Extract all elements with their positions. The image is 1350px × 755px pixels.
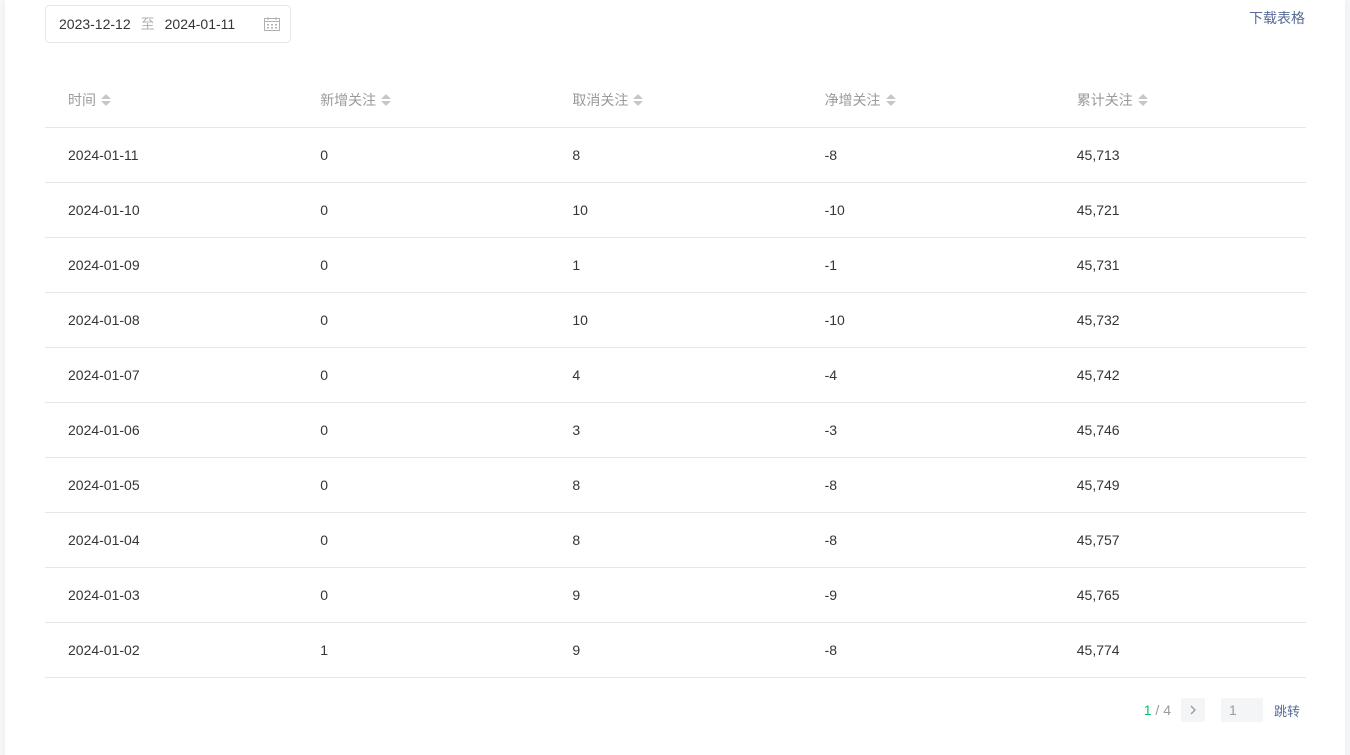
table-row: 2024-01-10 0 10 -10 45,721: [45, 183, 1306, 238]
net-follow-cell: -8: [824, 642, 838, 658]
new-follow-cell: 0: [320, 477, 328, 493]
total-follow-cell: 45,742: [1076, 367, 1120, 383]
date-cell: 2024-01-05: [68, 477, 140, 493]
data-table: 时间 新增关注 取消关注 净增关注 累计关注 2024-01-11 0 8 -8…: [45, 73, 1306, 678]
table-row: 2024-01-09 0 1 -1 45,731: [45, 238, 1306, 293]
date-cell: 2024-01-03: [68, 587, 140, 603]
column-header[interactable]: 累计关注: [1054, 90, 1306, 110]
new-follow-cell: 1: [320, 642, 328, 658]
new-follow-cell: 0: [320, 202, 328, 218]
date-cell: 2024-01-09: [68, 257, 140, 273]
new-follow-cell: 0: [320, 257, 328, 273]
unfollow-cell: 9: [572, 642, 581, 658]
total-follow-cell: 45,757: [1076, 532, 1120, 548]
unfollow-cell: 8: [572, 147, 581, 163]
date-cell: 2024-01-11: [68, 147, 139, 163]
table-row: 2024-01-06 0 3 -3 45,746: [45, 403, 1306, 458]
table-row: 2024-01-07 0 4 -4 45,742: [45, 348, 1306, 403]
column-header-label: 取消关注: [572, 92, 629, 108]
next-page-button[interactable]: [1180, 698, 1205, 722]
unfollow-cell: 9: [572, 587, 581, 603]
unfollow-cell: 8: [572, 532, 581, 548]
date-range-picker[interactable]: 2023-12-12 至 2024-01-11: [45, 5, 291, 43]
net-follow-cell: -10: [824, 312, 845, 328]
net-follow-cell: -8: [824, 532, 838, 548]
total-follow-cell: 45,774: [1076, 642, 1120, 658]
calendar-icon: [264, 17, 280, 31]
date-cell: 2024-01-10: [68, 202, 140, 218]
table-row: 2024-01-03 0 9 -9 45,765: [45, 568, 1306, 623]
unfollow-cell: 1: [572, 257, 581, 273]
new-follow-cell: 0: [320, 422, 328, 438]
table-row: 2024-01-04 0 8 -8 45,757: [45, 513, 1306, 568]
date-cell: 2024-01-08: [68, 312, 140, 328]
column-header-label: 新增关注: [320, 92, 377, 108]
net-follow-cell: -4: [824, 367, 838, 383]
end-date: 2024-01-11: [164, 16, 236, 32]
page-separator: /: [1155, 702, 1160, 718]
sort-icon[interactable]: [1137, 94, 1148, 106]
new-follow-cell: 0: [320, 587, 328, 603]
pagination: 1 / 4 跳转: [1144, 698, 1300, 722]
column-header-label: 净增关注: [824, 92, 881, 108]
table-row: 2024-01-11 0 8 -8 45,713: [45, 128, 1306, 183]
column-header[interactable]: 新增关注: [297, 90, 549, 110]
total-follow-cell: 45,746: [1076, 422, 1120, 438]
stats-card: 2023-12-12 至 2024-01-11 下载表格 时间 新增关注 取消关…: [5, 0, 1345, 755]
jump-button[interactable]: 跳转: [1274, 701, 1300, 720]
total-follow-cell: 45,721: [1076, 202, 1120, 218]
chevron-right-icon: [1190, 705, 1196, 715]
sort-icon[interactable]: [381, 94, 392, 106]
date-cell: 2024-01-07: [68, 367, 140, 383]
table-header: 时间 新增关注 取消关注 净增关注 累计关注: [45, 73, 1306, 128]
total-follow-cell: 45,731: [1076, 257, 1120, 273]
page-indicator: 1 / 4: [1144, 702, 1171, 718]
date-cell: 2024-01-02: [68, 642, 140, 658]
table-row: 2024-01-02 1 9 -8 45,774: [45, 623, 1306, 678]
column-header[interactable]: 时间: [45, 90, 297, 110]
net-follow-cell: -8: [824, 477, 838, 493]
start-date: 2023-12-12: [59, 16, 131, 32]
new-follow-cell: 0: [320, 532, 328, 548]
current-page: 1: [1143, 702, 1152, 718]
net-follow-cell: -10: [824, 202, 845, 218]
column-header[interactable]: 净增关注: [802, 90, 1054, 110]
net-follow-cell: -1: [824, 257, 838, 273]
net-follow-cell: -8: [824, 147, 838, 163]
table-row: 2024-01-08 0 10 -10 45,732: [45, 293, 1306, 348]
total-follow-cell: 45,732: [1076, 312, 1120, 328]
unfollow-cell: 10: [572, 202, 588, 218]
unfollow-cell: 10: [572, 312, 588, 328]
total-follow-cell: 45,713: [1076, 147, 1120, 163]
column-header-label: 时间: [68, 92, 96, 108]
new-follow-cell: 0: [320, 367, 328, 383]
date-cell: 2024-01-06: [68, 422, 140, 438]
new-follow-cell: 0: [320, 147, 328, 163]
sort-icon[interactable]: [101, 94, 111, 106]
total-follow-cell: 45,765: [1076, 587, 1120, 603]
unfollow-cell: 8: [572, 477, 581, 493]
unfollow-cell: 4: [572, 367, 581, 383]
unfollow-cell: 3: [572, 422, 581, 438]
page-jump-input[interactable]: [1220, 698, 1263, 722]
net-follow-cell: -3: [824, 422, 838, 438]
column-header-label: 累计关注: [1076, 92, 1133, 108]
total-follow-cell: 45,749: [1076, 477, 1120, 493]
sort-icon[interactable]: [885, 94, 896, 106]
date-separator: 至: [140, 16, 155, 32]
net-follow-cell: -9: [824, 587, 838, 603]
new-follow-cell: 0: [320, 312, 328, 328]
date-cell: 2024-01-04: [68, 532, 140, 548]
table-row: 2024-01-05 0 8 -8 45,749: [45, 458, 1306, 513]
column-header[interactable]: 取消关注: [549, 90, 801, 110]
total-pages: 4: [1163, 702, 1171, 718]
sort-icon[interactable]: [633, 94, 644, 106]
download-table-link[interactable]: 下载表格: [1249, 8, 1305, 28]
